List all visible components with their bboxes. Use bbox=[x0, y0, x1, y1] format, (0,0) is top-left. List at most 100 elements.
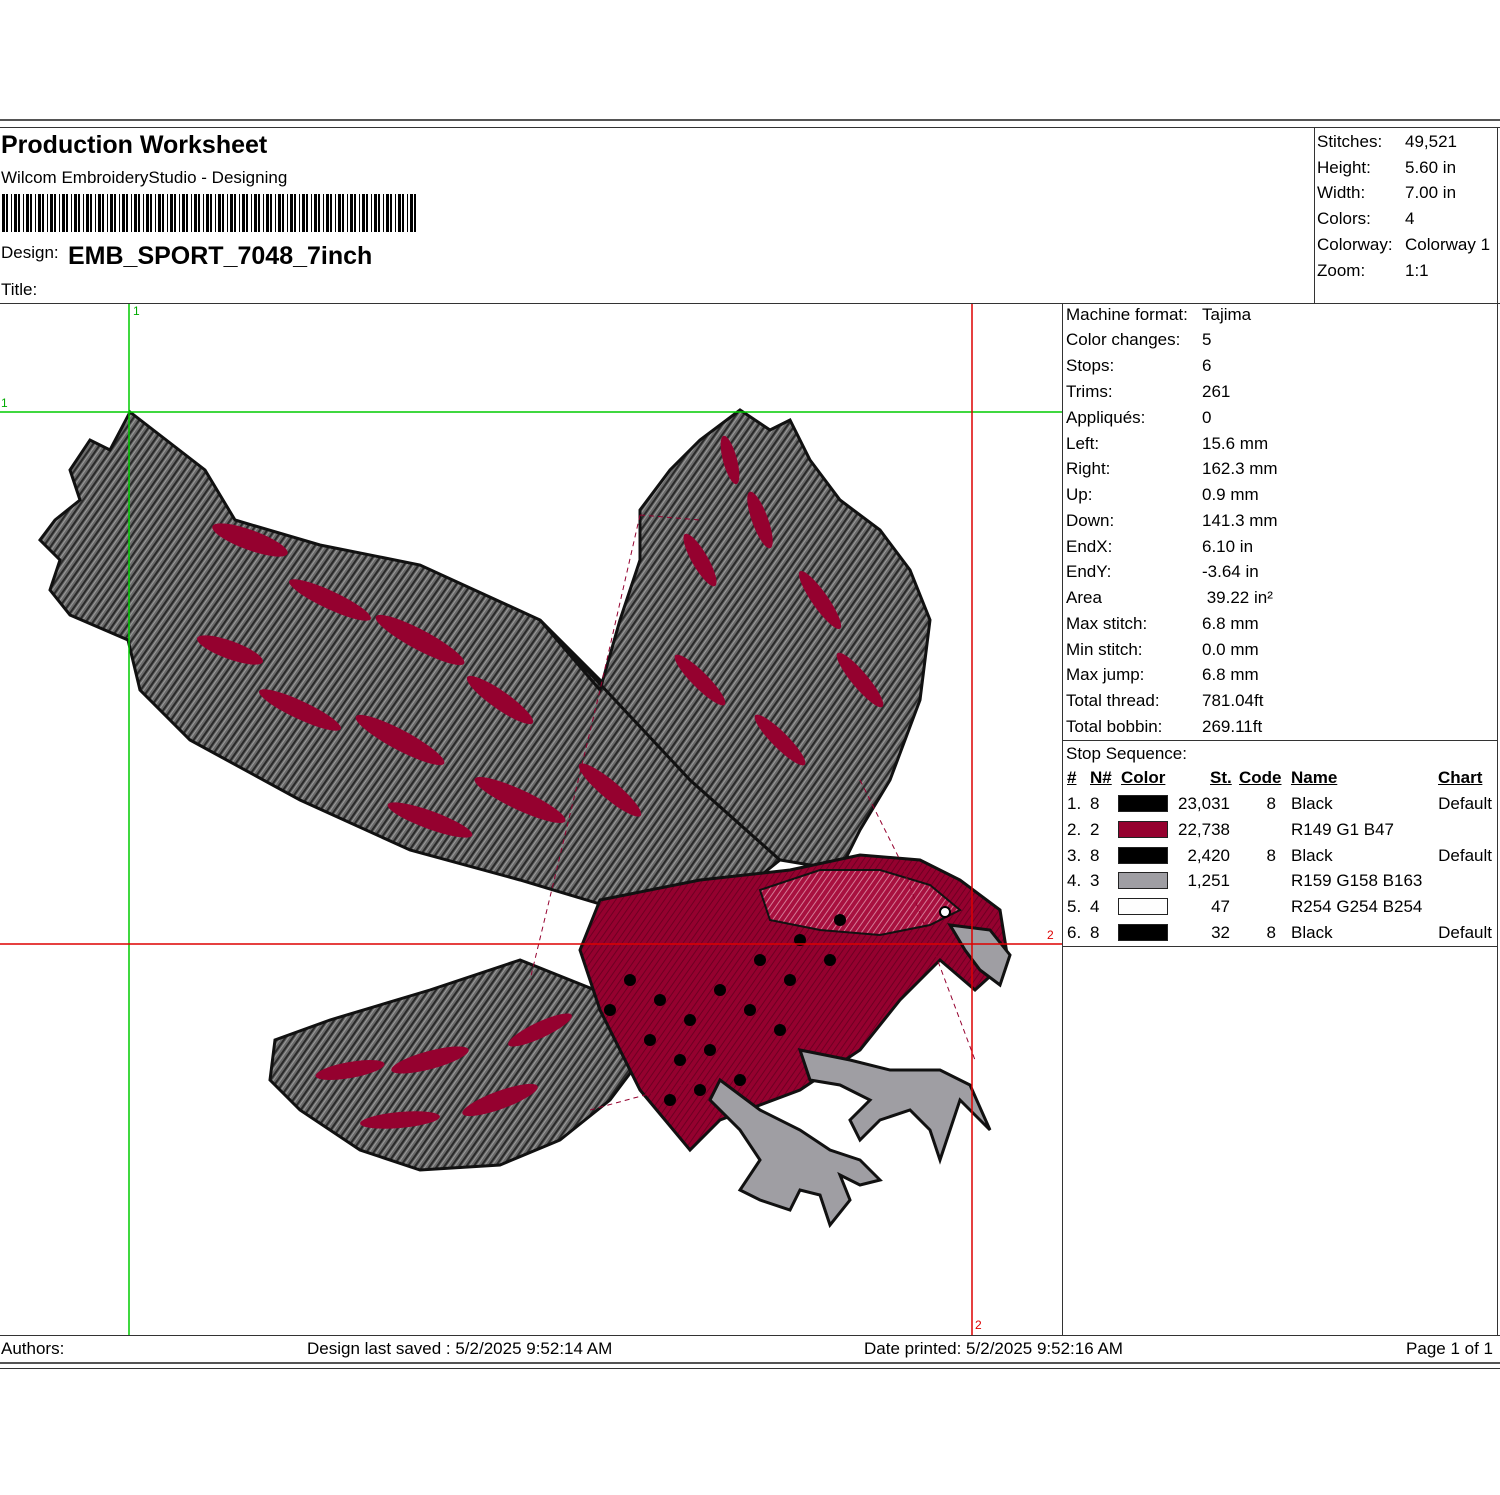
row-number: 5. bbox=[1067, 897, 1082, 917]
design-label: Design: bbox=[1, 243, 59, 262]
row-name: R254 G254 B254 bbox=[1291, 897, 1423, 917]
stat-label: Trims: bbox=[1066, 382, 1113, 401]
barcode-bar bbox=[18, 194, 20, 232]
summary-value: 7.00 in bbox=[1405, 183, 1457, 202]
barcode-bar bbox=[410, 194, 413, 232]
barcode-bar bbox=[350, 194, 353, 232]
row-code: 8 bbox=[1266, 794, 1276, 813]
barcode-bar bbox=[30, 194, 32, 232]
barcode-bar bbox=[126, 194, 128, 232]
footer-top-border bbox=[0, 1335, 1500, 1336]
barcode-bar bbox=[155, 194, 156, 232]
summary-value: 4 bbox=[1405, 209, 1415, 228]
row-stitches: 1,251 bbox=[1187, 871, 1230, 891]
barcode-bar bbox=[402, 194, 404, 232]
barcode-bar bbox=[390, 194, 392, 232]
barcode-bar bbox=[222, 194, 224, 232]
barcode-bar bbox=[378, 194, 380, 232]
barcode bbox=[2, 194, 420, 232]
summary-value: 1:1 bbox=[1405, 261, 1429, 280]
stat-row: Stops: 6 bbox=[1066, 356, 1211, 376]
barcode-bar bbox=[122, 194, 125, 232]
stop-sequence-row: 1. 8 23,031 8 Black Default bbox=[1066, 794, 1498, 816]
barcode-bar bbox=[134, 194, 137, 232]
col-header-needle: N# bbox=[1090, 768, 1112, 787]
barcode-bar bbox=[342, 194, 344, 232]
barcode-bar bbox=[186, 194, 188, 232]
barcode-bar bbox=[251, 194, 252, 232]
barcode-bar bbox=[167, 194, 168, 232]
row-chart: Default bbox=[1438, 845, 1492, 865]
barcode-bar bbox=[323, 194, 324, 232]
barcode-bar bbox=[366, 194, 368, 232]
row-stitches: 32 bbox=[1211, 923, 1230, 942]
stat-label: Area bbox=[1066, 588, 1102, 607]
barcode-bar bbox=[239, 194, 240, 232]
barcode-bar bbox=[150, 194, 152, 232]
summary-value: 5.60 in bbox=[1405, 158, 1457, 177]
row-stitches: 47 bbox=[1211, 897, 1230, 917]
footer-page-number: Page 1 of 1 bbox=[1406, 1339, 1493, 1358]
barcode-bar bbox=[266, 194, 269, 232]
stat-value: 0 bbox=[1202, 408, 1212, 427]
stat-label: Min stitch: bbox=[1066, 640, 1143, 659]
barcode-bar bbox=[275, 194, 276, 232]
barcode-bar bbox=[71, 194, 72, 232]
barcode-bar bbox=[371, 194, 372, 232]
embroidery-preview bbox=[0, 304, 1062, 1335]
row-number: 3. bbox=[1067, 845, 1082, 865]
row-needle: 8 bbox=[1090, 923, 1100, 942]
row-name: Black bbox=[1291, 845, 1333, 865]
top-border bbox=[0, 119, 1500, 121]
stat-label: Left: bbox=[1066, 434, 1100, 453]
left-talon bbox=[708, 1077, 883, 1229]
stat-label: Color changes: bbox=[1066, 330, 1181, 349]
col-header-num: # bbox=[1067, 768, 1077, 787]
stats-sequence-divider bbox=[1062, 740, 1498, 741]
barcode-graphic bbox=[2, 194, 416, 232]
barcode-bar bbox=[110, 194, 113, 232]
barcode-bar bbox=[395, 194, 396, 232]
barcode-bar bbox=[330, 194, 332, 232]
col-header-code: Code bbox=[1239, 768, 1282, 787]
stop-sequence-row: 2. 2 22,738 R149 G1 B47 bbox=[1066, 820, 1498, 842]
barcode-bar bbox=[302, 194, 305, 232]
barcode-bar bbox=[162, 194, 164, 232]
barcode-bar bbox=[2, 194, 5, 232]
barcode-bar bbox=[254, 194, 257, 232]
summary-row: Zoom: 1:1 bbox=[1317, 261, 1429, 281]
row-name: R159 G158 B163 bbox=[1291, 871, 1423, 891]
barcode-bar bbox=[86, 194, 89, 232]
stat-label: Total bobbin: bbox=[1066, 717, 1163, 736]
barcode-bar bbox=[95, 194, 96, 232]
row-name: R149 G1 B47 bbox=[1291, 819, 1395, 839]
row-number: 6. bbox=[1067, 923, 1082, 942]
stat-value: 162.3 mm bbox=[1202, 459, 1278, 478]
summary-divider bbox=[1314, 128, 1315, 303]
barcode-bar bbox=[354, 194, 356, 232]
barcode-bar bbox=[23, 194, 24, 232]
stat-label: EndX: bbox=[1066, 537, 1113, 556]
stat-label: Max stitch: bbox=[1066, 614, 1148, 633]
stat-row: Min stitch: 0.0 mm bbox=[1066, 640, 1259, 660]
barcode-bar bbox=[179, 194, 180, 232]
barcode-bar bbox=[359, 194, 360, 232]
barcode-bar bbox=[210, 194, 212, 232]
eye bbox=[939, 906, 951, 918]
stat-value: 5 bbox=[1202, 330, 1212, 349]
stat-label: Machine format: bbox=[1066, 305, 1188, 324]
barcode-bar bbox=[299, 194, 300, 232]
barcode-bar bbox=[242, 194, 245, 232]
barcode-bar bbox=[6, 194, 8, 232]
stat-value: 6 bbox=[1202, 356, 1212, 375]
right-border bbox=[1497, 128, 1498, 1335]
stat-row: Max stitch: 6.8 mm bbox=[1066, 614, 1259, 634]
stat-label: Up: bbox=[1066, 485, 1093, 504]
row-needle: 8 bbox=[1090, 794, 1100, 813]
barcode-bar bbox=[78, 194, 80, 232]
stat-row: Trims: 261 bbox=[1066, 382, 1230, 402]
color-swatch bbox=[1118, 846, 1168, 864]
barcode-bar bbox=[230, 194, 233, 232]
barcode-bar bbox=[11, 194, 12, 232]
barcode-bar bbox=[170, 194, 173, 232]
